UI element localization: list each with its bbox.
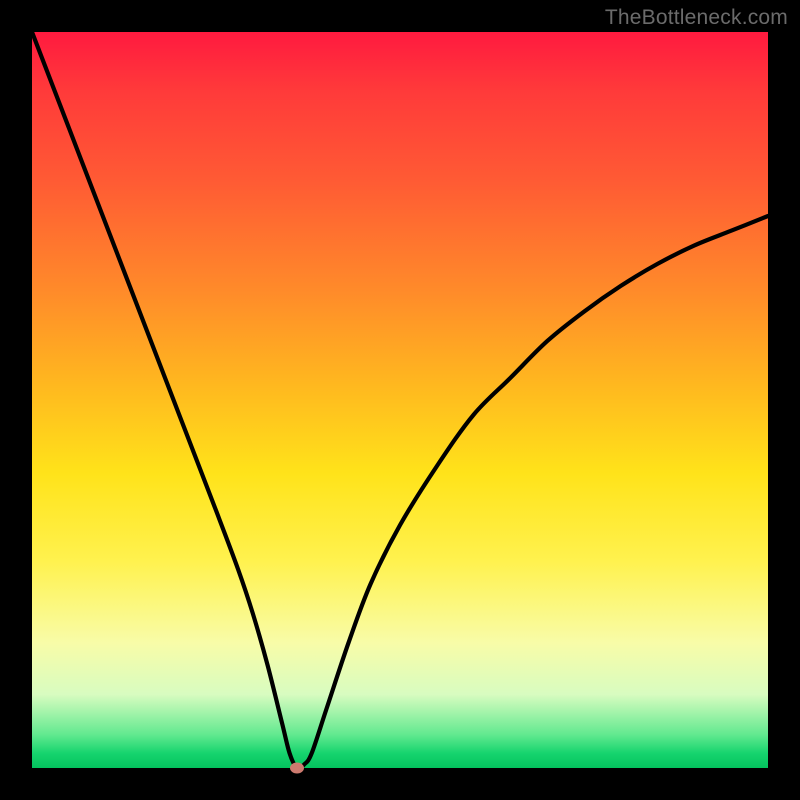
plot-area — [32, 32, 768, 768]
bottleneck-curve — [32, 32, 768, 768]
chart-frame: TheBottleneck.com — [0, 0, 800, 800]
minimum-marker — [290, 763, 304, 774]
watermark-text: TheBottleneck.com — [605, 6, 788, 30]
